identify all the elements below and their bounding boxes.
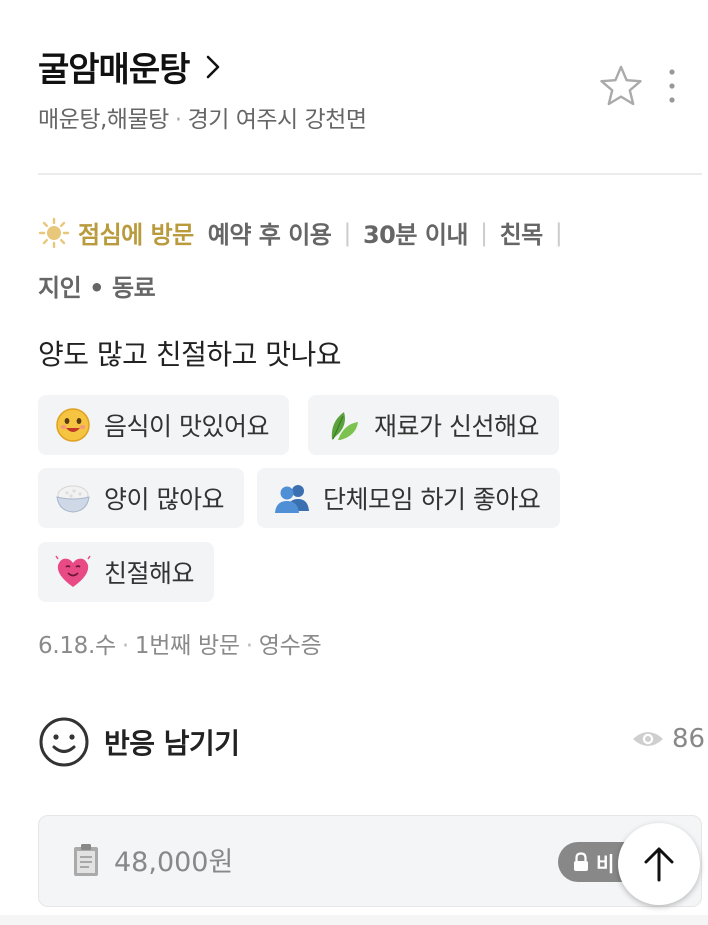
visit-option: 예약 후 이용	[207, 221, 332, 249]
visit-date: 6.18.수	[38, 633, 116, 659]
review-tag-label: 단체모임 하기 좋아요	[323, 485, 541, 514]
place-category: 매운탕,해물탕	[38, 107, 169, 133]
more-vertical-icon[interactable]	[660, 66, 684, 106]
star-icon[interactable]	[598, 64, 644, 108]
leaf-icon	[331, 412, 358, 440]
visit-option: 30분 이내	[362, 221, 469, 249]
lock-icon	[574, 852, 588, 871]
review-tag: 재료가 신선해요	[308, 395, 559, 455]
rice-bowl-icon	[56, 485, 90, 513]
sun-icon	[38, 217, 70, 248]
review-tag-label: 양이 많아요	[104, 485, 224, 514]
view-count: 86	[632, 724, 705, 754]
arrow-up-icon	[644, 847, 674, 882]
place-location: 경기 여주시 강천면	[187, 107, 367, 133]
review-text: 양도 많고 친절하고 맛나요	[38, 338, 342, 371]
react-label: 반응 남기기	[104, 727, 240, 760]
separator-dot: ·	[245, 633, 253, 659]
review-tag: 음식이 맛있어요	[38, 395, 289, 455]
visit-option: 친목	[499, 221, 544, 249]
divider	[38, 173, 702, 175]
review-tag-label: 음식이 맛있어요	[104, 412, 269, 441]
visit-count: 1번째 방문	[134, 633, 240, 659]
group-people-icon	[275, 485, 309, 513]
place-title-row[interactable]: 굴암매운탕	[38, 42, 227, 91]
place-name[interactable]: 굴암매운탕	[38, 42, 190, 91]
companion-separator: •	[89, 274, 105, 302]
visit-separator: |	[343, 218, 351, 247]
visit-separator: |	[479, 218, 488, 247]
review-tag: 친절해요	[38, 542, 215, 602]
visit-time: 점심에 방문	[78, 221, 194, 249]
review-tag-label: 재료가 신선해요	[374, 412, 539, 441]
bottom-edge	[0, 915, 708, 925]
visit-companions: 지인 • 동료	[38, 268, 156, 303]
review-tag: 단체모임 하기 좋아요	[257, 468, 561, 528]
heart-face-icon	[55, 555, 91, 587]
price-amount: 48,000원	[114, 847, 234, 878]
react-button[interactable]: 반응 남기기	[38, 716, 240, 768]
visit-info: 점심에 방문 예약 후 이용 | 30분 이내 | 친목 |	[38, 215, 574, 250]
eye-icon	[633, 732, 663, 746]
visit-meta: 6.18.수 · 1번째 방문 · 영수증	[38, 626, 322, 660]
review-tag: 양이 많아요	[38, 468, 244, 528]
chevron-right-icon	[207, 55, 220, 78]
visit-proof: 영수증	[258, 633, 322, 659]
smiley-face-icon	[56, 408, 90, 442]
review-tag-label: 친절해요	[104, 559, 195, 588]
companion: 동료	[112, 274, 156, 302]
clipboard-icon	[74, 843, 98, 876]
scroll-to-top-button[interactable]	[618, 823, 700, 905]
smile-outline-icon	[39, 717, 89, 767]
companion: 지인	[38, 274, 82, 302]
separator-dot: ·	[174, 107, 182, 133]
view-count-value: 86	[672, 724, 706, 754]
price-row: 48,000원	[72, 840, 233, 879]
place-subtitle: 매운탕,해물탕 · 경기 여주시 강천면	[38, 100, 367, 134]
separator-dot: ·	[121, 633, 129, 659]
visit-separator: |	[554, 218, 563, 247]
private-badge-label: 비	[596, 851, 615, 876]
